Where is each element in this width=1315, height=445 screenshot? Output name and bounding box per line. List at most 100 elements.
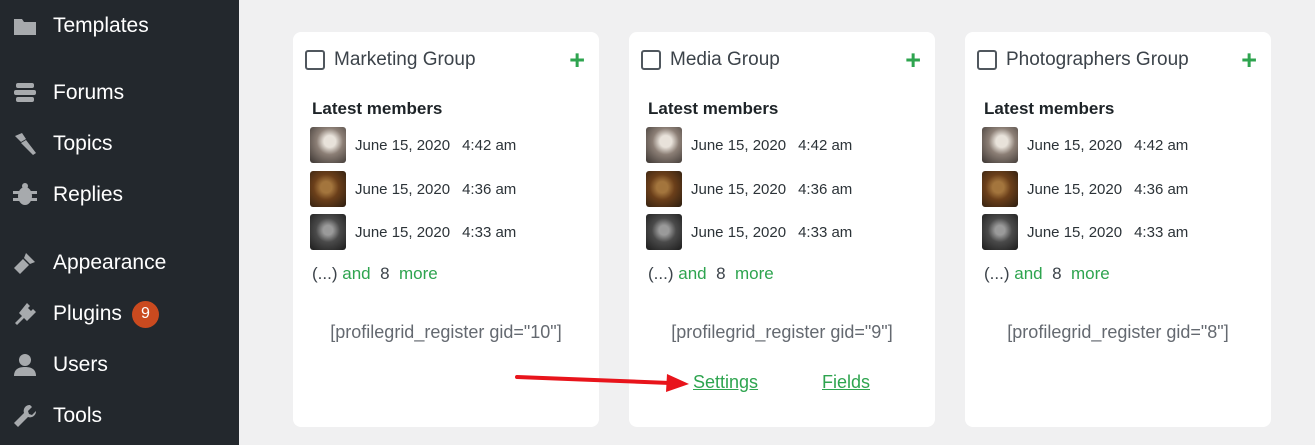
more-prefix: (...) (312, 264, 338, 283)
settings-link[interactable]: Settings (693, 372, 758, 392)
member-time: 4:36 am (798, 180, 853, 198)
more-count: 8 (380, 264, 390, 283)
group-name: Media Group (670, 49, 780, 70)
plugin-icon (12, 301, 38, 327)
member-time: 4:33 am (1134, 223, 1189, 241)
member-time: 4:42 am (462, 136, 517, 154)
replies-icon (12, 182, 38, 208)
plus-icon[interactable]: + (1241, 47, 1257, 74)
registration-shortcode: [profilegrid_register gid="9"] (671, 322, 893, 342)
member-row: June 15, 2020 4:42 am (982, 127, 1188, 163)
menu-label: Users (53, 353, 108, 376)
menu-item-users[interactable]: Users (0, 345, 239, 385)
more-members-text: (...) and 8 more (312, 264, 438, 284)
more-link[interactable]: more (1071, 264, 1110, 283)
menu-item-appearance[interactable]: Appearance (0, 243, 239, 283)
menu-label: Replies (53, 183, 124, 206)
more-prefix: (...) (984, 264, 1010, 283)
update-count-badge: 9 (131, 300, 159, 328)
menu-label: Plugins (53, 302, 122, 325)
member-time: 4:36 am (1134, 180, 1189, 198)
fields-link-wrap: Fields (822, 372, 870, 393)
more-and[interactable]: and (342, 264, 370, 283)
menu-label: Forums (53, 81, 125, 104)
group-card-photographers: Photographers Group + Latest members Jun… (965, 32, 1271, 427)
member-avatar[interactable] (310, 171, 346, 207)
group-card-header: Marketing Group + (305, 47, 585, 74)
more-count: 8 (1052, 264, 1062, 283)
member-avatar[interactable] (310, 127, 346, 163)
menu-label: Topics (53, 132, 113, 155)
member-row: June 15, 2020 4:33 am (310, 214, 516, 250)
menu-label: Tools (53, 404, 103, 427)
plus-icon[interactable]: + (905, 47, 921, 74)
forums-icon (12, 80, 38, 106)
menu-label: Templates (53, 14, 149, 37)
latest-members-heading: Latest members (312, 99, 443, 118)
member-row: June 15, 2020 4:42 am (646, 127, 852, 163)
topics-icon (12, 131, 38, 157)
more-and[interactable]: and (678, 264, 706, 283)
menu-item-plugins[interactable]: Plugins 9 (0, 294, 239, 334)
member-row: June 15, 2020 4:36 am (310, 171, 516, 207)
menu-item-replies[interactable]: Replies (0, 175, 239, 215)
group-name: Marketing Group (334, 49, 476, 70)
member-date: June 15, 2020 (355, 223, 451, 241)
more-link[interactable]: more (399, 264, 438, 283)
menu-label: Appearance (53, 251, 167, 274)
member-time: 4:33 am (462, 223, 517, 241)
member-date: June 15, 2020 (1027, 223, 1123, 241)
member-row: June 15, 2020 4:33 am (646, 214, 852, 250)
member-avatar[interactable] (982, 171, 1018, 207)
admin-sidebar: Templates Forums Topics Replies Appearan… (0, 0, 239, 445)
member-row: June 15, 2020 4:36 am (982, 171, 1188, 207)
user-icon (12, 352, 38, 378)
member-avatar[interactable] (646, 127, 682, 163)
member-row: June 15, 2020 4:33 am (982, 214, 1188, 250)
member-avatar[interactable] (310, 214, 346, 250)
member-time: 4:42 am (798, 136, 853, 154)
member-date: June 15, 2020 (1027, 136, 1123, 154)
member-date: June 15, 2020 (691, 180, 787, 198)
member-time: 4:33 am (798, 223, 853, 241)
wrench-icon (12, 403, 38, 429)
member-avatar[interactable] (646, 171, 682, 207)
member-row: June 15, 2020 4:36 am (646, 171, 852, 207)
member-date: June 15, 2020 (691, 136, 787, 154)
menu-item-templates[interactable]: Templates (0, 6, 239, 46)
more-prefix: (...) (648, 264, 674, 283)
latest-members-heading: Latest members (648, 99, 779, 118)
group-card-header: Photographers Group + (977, 47, 1257, 74)
group-select-checkbox[interactable] (305, 50, 325, 70)
plus-icon[interactable]: + (569, 47, 585, 74)
member-avatar[interactable] (982, 127, 1018, 163)
member-date: June 15, 2020 (355, 180, 451, 198)
group-select-checkbox[interactable] (641, 50, 661, 70)
folder-icon (12, 13, 38, 39)
more-count: 8 (716, 264, 726, 283)
group-card-header: Media Group + (641, 47, 921, 74)
more-and[interactable]: and (1014, 264, 1042, 283)
registration-shortcode: [profilegrid_register gid="8"] (1007, 322, 1229, 342)
menu-item-topics[interactable]: Topics (0, 124, 239, 164)
group-select-checkbox[interactable] (977, 50, 997, 70)
more-members-text: (...) and 8 more (648, 264, 774, 284)
more-link[interactable]: more (735, 264, 774, 283)
member-time: 4:42 am (1134, 136, 1189, 154)
menu-item-forums[interactable]: Forums (0, 73, 239, 113)
member-avatar[interactable] (646, 214, 682, 250)
group-name: Photographers Group (1006, 49, 1189, 70)
more-members-text: (...) and 8 more (984, 264, 1110, 284)
settings-link-wrap: Settings (693, 372, 758, 393)
member-date: June 15, 2020 (1027, 180, 1123, 198)
fields-link[interactable]: Fields (822, 372, 870, 392)
member-date: June 15, 2020 (691, 223, 787, 241)
member-time: 4:36 am (462, 180, 517, 198)
member-date: June 15, 2020 (355, 136, 451, 154)
member-row: June 15, 2020 4:42 am (310, 127, 516, 163)
latest-members-heading: Latest members (984, 99, 1115, 118)
member-avatar[interactable] (982, 214, 1018, 250)
registration-shortcode: [profilegrid_register gid="10"] (330, 322, 562, 342)
menu-item-tools[interactable]: Tools (0, 396, 239, 436)
annotation-arrow-icon (515, 374, 689, 392)
